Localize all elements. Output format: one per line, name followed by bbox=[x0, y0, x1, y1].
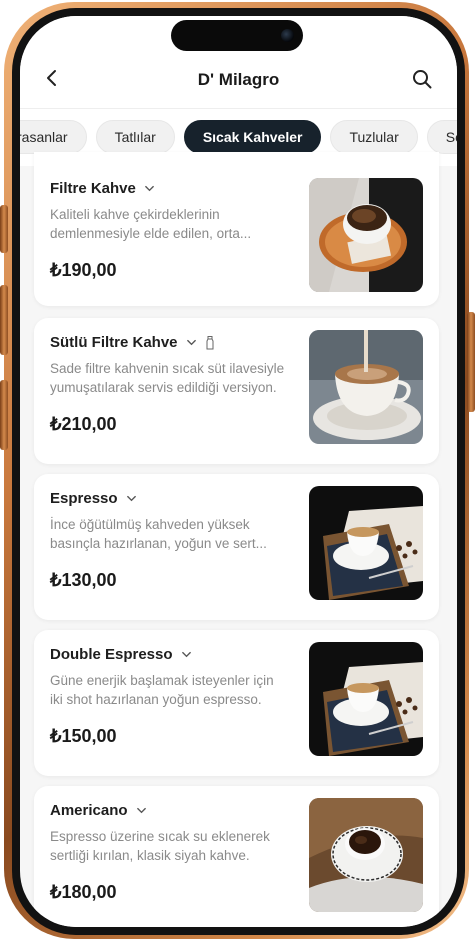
search-button[interactable] bbox=[411, 68, 433, 90]
product-title: Filtre Kahve bbox=[50, 180, 155, 197]
dynamic-island bbox=[171, 20, 303, 51]
tab-label: Sıcak Kahveler bbox=[202, 129, 303, 145]
product-price: ₺190,00 bbox=[50, 260, 117, 280]
phone-volume-down-button bbox=[0, 380, 8, 450]
product-price: ₺150,00 bbox=[50, 726, 117, 746]
product-title: Espresso bbox=[50, 490, 137, 507]
product-price: ₺130,00 bbox=[50, 570, 117, 590]
espresso-photo bbox=[309, 486, 423, 600]
category-tabs-scroller[interactable]: rasanlar Tatlılar Sıcak Kahveler Tuzlula… bbox=[20, 120, 457, 154]
tab-aperatifler[interactable]: rasanlar bbox=[20, 120, 87, 154]
tab-sicak-kahveler[interactable]: Sıcak Kahveler bbox=[183, 120, 322, 154]
phone-side-button bbox=[0, 205, 8, 253]
tab-tatlilar[interactable]: Tatlılar bbox=[95, 120, 175, 154]
chevron-down-icon[interactable] bbox=[144, 183, 155, 194]
product-description: İnce öğütülmüş kahveden yüksek basınçla … bbox=[50, 517, 267, 551]
double-espresso-photo bbox=[309, 642, 423, 756]
product-name: Filtre Kahve bbox=[50, 180, 136, 197]
product-card-sutlu-filtre-kahve[interactable]: Sütlü Filtre Kahve Sade filtre kahvenin … bbox=[34, 318, 439, 464]
screen: D' Milagro rasanlar Tatlılar Sıcak Kahve… bbox=[20, 16, 457, 927]
tab-label: Tatlılar bbox=[114, 129, 156, 145]
product-title: Sütlü Filtre Kahve bbox=[50, 334, 215, 351]
chevron-down-icon[interactable] bbox=[136, 805, 147, 816]
chevron-down-icon[interactable] bbox=[181, 649, 192, 660]
product-name: Americano bbox=[50, 802, 128, 819]
tab-label: rasanlar bbox=[20, 129, 68, 145]
product-price: ₺180,00 bbox=[50, 882, 117, 902]
product-price: ₺210,00 bbox=[50, 414, 117, 434]
tab-soguk[interactable]: Soğuk bbox=[426, 120, 457, 154]
tab-tuzlular[interactable]: Tuzlular bbox=[330, 120, 418, 154]
product-name: Sütlü Filtre Kahve bbox=[50, 334, 178, 351]
product-card-filtre-kahve[interactable]: Filtre Kahve Kaliteli kahve çekirdekleri… bbox=[34, 152, 439, 306]
chevron-down-icon[interactable] bbox=[126, 493, 137, 504]
camera-icon bbox=[281, 29, 294, 42]
milk-filter-coffee-photo bbox=[309, 330, 423, 444]
product-name: Double Espresso bbox=[50, 646, 173, 663]
americano-photo bbox=[309, 798, 423, 912]
phone-power-button bbox=[467, 312, 475, 412]
product-card-espresso[interactable]: Espresso İnce öğütülmüş kahveden yüksek … bbox=[34, 474, 439, 620]
product-title: Double Espresso bbox=[50, 646, 192, 663]
product-description: Kaliteli kahve çekirdeklerinin demlenmes… bbox=[50, 207, 252, 241]
milk-bottle-icon bbox=[206, 335, 214, 349]
product-card-americano[interactable]: Americano Espresso üzerine sıcak su ekle… bbox=[34, 786, 439, 927]
page-title: D' Milagro bbox=[197, 70, 280, 89]
product-description: Sade filtre kahvenin sıcak süt ilavesiyl… bbox=[50, 361, 285, 395]
product-description: Espresso üzerine sıcak su eklenerek sert… bbox=[50, 829, 270, 863]
phone-volume-up-button bbox=[0, 285, 8, 355]
chevron-down-icon[interactable] bbox=[186, 337, 197, 348]
product-description: Güne enerjik başlamak isteyenler için ik… bbox=[50, 673, 274, 707]
product-card-double-espresso[interactable]: Double Espresso Güne enerjik başlamak is… bbox=[34, 630, 439, 776]
tab-label: Tuzlular bbox=[349, 129, 399, 145]
product-title: Americano bbox=[50, 802, 147, 819]
filter-coffee-photo bbox=[309, 178, 423, 292]
tab-label: Soğuk bbox=[445, 129, 457, 145]
search-icon bbox=[413, 70, 432, 89]
product-name: Espresso bbox=[50, 490, 118, 507]
